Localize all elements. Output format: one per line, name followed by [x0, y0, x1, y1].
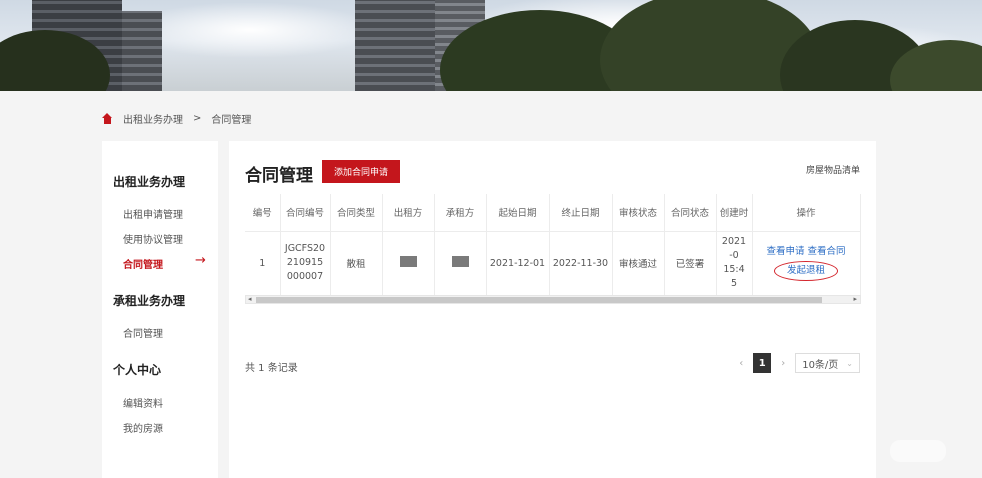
arrow-right-icon: → [195, 253, 206, 268]
add-contract-button[interactable]: 添加合同申请 [322, 160, 400, 183]
table-header-row: 编号 合同编号 合同类型 出租方 承租方 起始日期 终止日期 审核状态 合同状态… [245, 194, 861, 232]
watermark [890, 440, 946, 462]
view-contract-link[interactable]: 查看合同 [808, 246, 846, 257]
header-banner [0, 0, 982, 91]
cell-created-date: 2021-0 [721, 236, 747, 261]
column-header: 终止日期 [549, 194, 613, 232]
column-header: 合同状态 [664, 194, 717, 232]
sidebar-item-usage-agreements[interactable]: 使用协议管理 [123, 231, 183, 246]
cell-operations: 查看申请 查看合同 发起退租 [752, 231, 861, 296]
cell-index: 1 [245, 231, 281, 296]
contracts-table: 编号 合同编号 合同类型 出租方 承租方 起始日期 终止日期 审核状态 合同状态… [245, 194, 861, 296]
terminate-lease-link[interactable]: 发起退租 [773, 261, 838, 281]
cell-end-date: 2022-11-30 [549, 231, 613, 296]
home-icon[interactable] [102, 112, 113, 124]
cell-audit-status: 审核通过 [612, 231, 665, 296]
main-panel: 合同管理 添加合同申请 房屋物品清单 编号 合同编号 合同类型 出租方 承租方 … [229, 141, 876, 478]
cell-lessee [434, 231, 487, 296]
scroll-left-icon[interactable]: ◂ [248, 295, 252, 304]
pagination: ‹ 1 › 10条/页 ⌄ [739, 353, 860, 373]
next-page-icon[interactable]: › [781, 358, 785, 369]
redacted-name [399, 256, 417, 267]
banner-building [355, 0, 435, 91]
column-header: 出租方 [382, 194, 435, 232]
column-header: 操作 [752, 194, 861, 232]
page-size-value: 10条/页 [802, 359, 839, 371]
sidebar-item-my-properties[interactable]: 我的房源 [123, 420, 163, 435]
inventory-list-link[interactable]: 房屋物品清单 [806, 163, 860, 176]
chevron-down-icon: ⌄ [846, 358, 853, 368]
sidebar-group-tenant: 承租业务办理 [113, 294, 186, 308]
page-title: 合同管理 [245, 166, 313, 186]
sidebar-item-rental-applications[interactable]: 出租申请管理 [123, 206, 183, 221]
column-header: 承租方 [434, 194, 487, 232]
horizontal-scrollbar[interactable]: ◂ ▸ [245, 295, 861, 304]
banner-building [122, 11, 162, 91]
page-size-select[interactable]: 10条/页 ⌄ [795, 353, 860, 373]
sidebar-group-rental: 出租业务办理 [113, 175, 186, 189]
page-number-current[interactable]: 1 [753, 353, 772, 373]
sidebar: 出租业务办理 出租申请管理 使用协议管理 合同管理 → 承租业务办理 合同管理 … [102, 141, 218, 478]
redacted-name [451, 256, 469, 267]
table-row: 1 JGCFS20210915000007 散租 2021-12-01 2022… [245, 231, 861, 296]
column-header: 审核状态 [612, 194, 665, 232]
sidebar-group-personal: 个人中心 [113, 363, 162, 377]
scroll-right-icon[interactable]: ▸ [853, 295, 857, 304]
cell-contract-type: 散租 [330, 231, 383, 296]
cell-created-time: 15:45 [723, 264, 745, 289]
breadcrumb-current: 合同管理 [211, 114, 252, 126]
view-application-link[interactable]: 查看申请 [766, 246, 804, 257]
cell-contract-no: JGCFS20210915000007 [280, 231, 331, 296]
column-header: 合同编号 [280, 194, 331, 232]
sidebar-item-tenant-contracts[interactable]: 合同管理 [123, 325, 163, 340]
column-header: 创建时 [716, 194, 753, 232]
column-header: 合同类型 [330, 194, 383, 232]
sidebar-item-contracts-active[interactable]: 合同管理 [123, 256, 163, 271]
scroll-thumb[interactable] [256, 297, 822, 303]
record-count: 共 1 条记录 [245, 363, 298, 374]
cell-lessor [382, 231, 435, 296]
column-header: 起始日期 [486, 194, 550, 232]
breadcrumb: 出租业务办理 > 合同管理 [102, 110, 251, 126]
cell-created: 2021-0 15:45 [716, 231, 753, 296]
breadcrumb-separator: > [193, 112, 202, 124]
cell-start-date: 2021-12-01 [486, 231, 550, 296]
column-header: 编号 [245, 194, 281, 232]
sidebar-item-edit-profile[interactable]: 编辑资料 [123, 395, 163, 410]
prev-page-icon[interactable]: ‹ [739, 358, 743, 369]
breadcrumb-section[interactable]: 出租业务办理 [123, 111, 183, 126]
cell-contract-status: 已签署 [664, 231, 717, 296]
